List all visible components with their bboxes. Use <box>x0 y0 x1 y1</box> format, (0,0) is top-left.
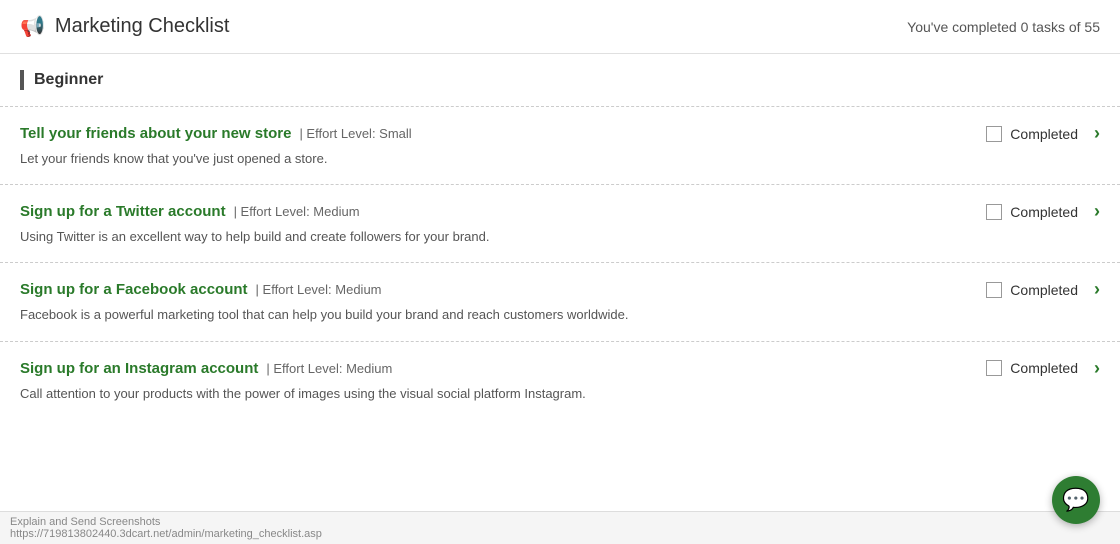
checklist-item-facebook[interactable]: Sign up for a Facebook account | Effort … <box>0 262 1120 340</box>
item-effort-instagram: | Effort Level: Medium <box>266 361 392 376</box>
item-row-friends: Tell your friends about your new store |… <box>20 123 1100 144</box>
completed-area-facebook[interactable]: Completed <box>986 282 1078 298</box>
chat-button[interactable]: 💬 <box>1052 476 1100 524</box>
item-effort-twitter: | Effort Level: Medium <box>234 204 360 219</box>
item-row-twitter: Sign up for a Twitter account | Effort L… <box>20 201 1100 222</box>
item-row-facebook: Sign up for a Facebook account | Effort … <box>20 279 1100 300</box>
item-right-instagram: Completed › <box>940 358 1100 379</box>
item-title-area-friends: Tell your friends about your new store |… <box>20 125 412 142</box>
completed-label-instagram: Completed <box>1010 360 1078 376</box>
completed-area-instagram[interactable]: Completed <box>986 360 1078 376</box>
item-title-instagram: Sign up for an Instagram account <box>20 360 258 377</box>
item-description-twitter: Using Twitter is an excellent way to hel… <box>20 228 1100 246</box>
item-effort-friends: | Effort Level: Small <box>299 126 411 141</box>
item-title-area-twitter: Sign up for a Twitter account | Effort L… <box>20 203 360 220</box>
chevron-right-icon-instagram: › <box>1094 358 1100 379</box>
item-title-area-instagram: Sign up for an Instagram account | Effor… <box>20 360 392 377</box>
checklist-container: Tell your friends about your new store |… <box>0 106 1120 419</box>
chevron-right-icon-twitter: › <box>1094 201 1100 222</box>
completed-label-friends: Completed <box>1010 126 1078 142</box>
completed-checkbox-facebook[interactable] <box>986 282 1002 298</box>
section-title: Beginner <box>34 71 103 89</box>
checklist-item-instagram[interactable]: Sign up for an Instagram account | Effor… <box>0 341 1120 419</box>
checklist-item-twitter[interactable]: Sign up for a Twitter account | Effort L… <box>0 184 1120 262</box>
status-text-2: https://719813802440.3dcart.net/admin/ma… <box>10 528 322 540</box>
status-bar: Explain and Send Screenshots https://719… <box>0 511 1120 544</box>
item-title-friends: Tell your friends about your new store <box>20 125 291 142</box>
megaphone-icon: 📢 <box>20 14 45 39</box>
completed-label-twitter: Completed <box>1010 204 1078 220</box>
completed-checkbox-friends[interactable] <box>986 126 1002 142</box>
item-row-instagram: Sign up for an Instagram account | Effor… <box>20 358 1100 379</box>
completed-area-twitter[interactable]: Completed <box>986 204 1078 220</box>
item-title-area-facebook: Sign up for a Facebook account | Effort … <box>20 281 382 298</box>
status-text-1: Explain and Send Screenshots <box>10 516 160 528</box>
section-header: Beginner <box>0 54 1120 106</box>
completed-label-facebook: Completed <box>1010 282 1078 298</box>
item-effort-facebook: | Effort Level: Medium <box>256 282 382 297</box>
item-description-facebook: Facebook is a powerful marketing tool th… <box>20 306 1100 324</box>
chat-icon: 💬 <box>1062 487 1089 513</box>
item-description-friends: Let your friends know that you've just o… <box>20 150 1100 168</box>
item-right-twitter: Completed › <box>940 201 1100 222</box>
checklist-item-friends[interactable]: Tell your friends about your new store |… <box>0 106 1120 184</box>
progress-text: You've completed 0 tasks of 55 <box>907 19 1100 35</box>
item-title-facebook: Sign up for a Facebook account <box>20 281 248 298</box>
item-right-friends: Completed › <box>940 123 1100 144</box>
chevron-right-icon-facebook: › <box>1094 279 1100 300</box>
page-title: Marketing Checklist <box>55 15 230 38</box>
section-divider-icon <box>20 70 24 90</box>
completed-checkbox-instagram[interactable] <box>986 360 1002 376</box>
title-area: 📢 Marketing Checklist <box>20 14 229 39</box>
item-right-facebook: Completed › <box>940 279 1100 300</box>
completed-checkbox-twitter[interactable] <box>986 204 1002 220</box>
item-title-twitter: Sign up for a Twitter account <box>20 203 226 220</box>
item-description-instagram: Call attention to your products with the… <box>20 385 1100 403</box>
completed-area-friends[interactable]: Completed <box>986 126 1078 142</box>
page-header: 📢 Marketing Checklist You've completed 0… <box>0 0 1120 54</box>
chevron-right-icon-friends: › <box>1094 123 1100 144</box>
